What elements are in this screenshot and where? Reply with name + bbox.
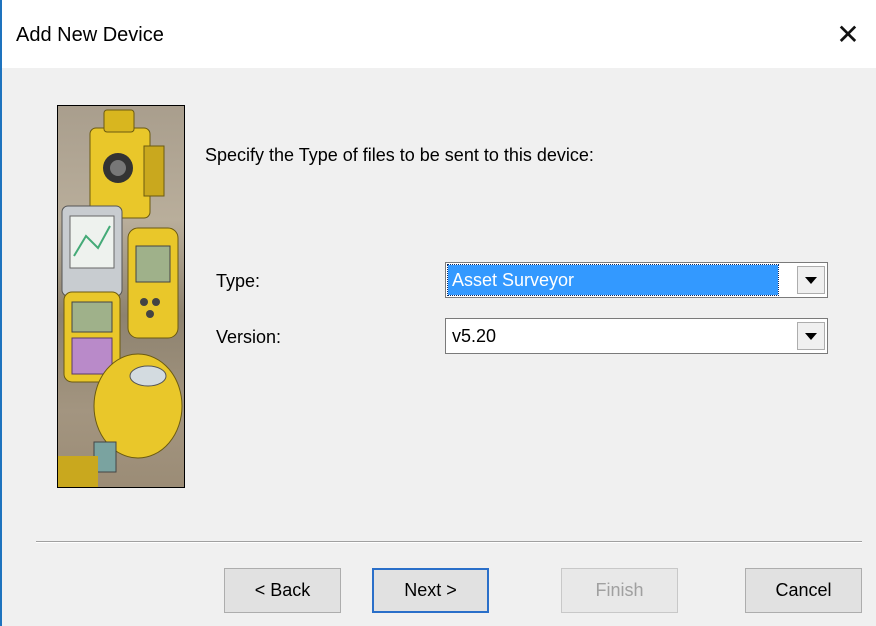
add-new-device-dialog: Add New Device ✕ Specify the Type of fil…: [0, 0, 876, 626]
type-dropdown-button[interactable]: [797, 266, 825, 294]
version-select[interactable]: v5.20: [445, 318, 828, 354]
window-edge: [0, 0, 2, 626]
close-button[interactable]: ✕: [820, 10, 876, 58]
finish-button[interactable]: Finish: [561, 568, 678, 613]
type-select[interactable]: Asset Surveyor: [445, 262, 828, 298]
dialog-title: Add New Device: [16, 24, 164, 46]
type-label: Type:: [216, 271, 261, 291]
chevron-down-icon: [805, 332, 817, 340]
chevron-down-icon: [805, 276, 817, 284]
version-selected-value: v5.20: [452, 326, 497, 346]
devices-illustration: [57, 105, 185, 488]
cancel-button[interactable]: Cancel: [745, 568, 862, 613]
type-selected-value: Asset Surveyor: [447, 264, 779, 296]
button-separator: [36, 541, 862, 543]
version-dropdown-button[interactable]: [797, 322, 825, 350]
title-bar: Add New Device ✕: [2, 0, 876, 68]
surveying-devices-image: [58, 109, 183, 487]
back-button[interactable]: < Back: [224, 568, 341, 613]
instruction-text: Specify the Type of files to be sent to …: [205, 145, 594, 165]
close-icon: ✕: [836, 18, 860, 50]
version-label: Version:: [216, 327, 282, 347]
next-button[interactable]: Next >: [372, 568, 489, 613]
